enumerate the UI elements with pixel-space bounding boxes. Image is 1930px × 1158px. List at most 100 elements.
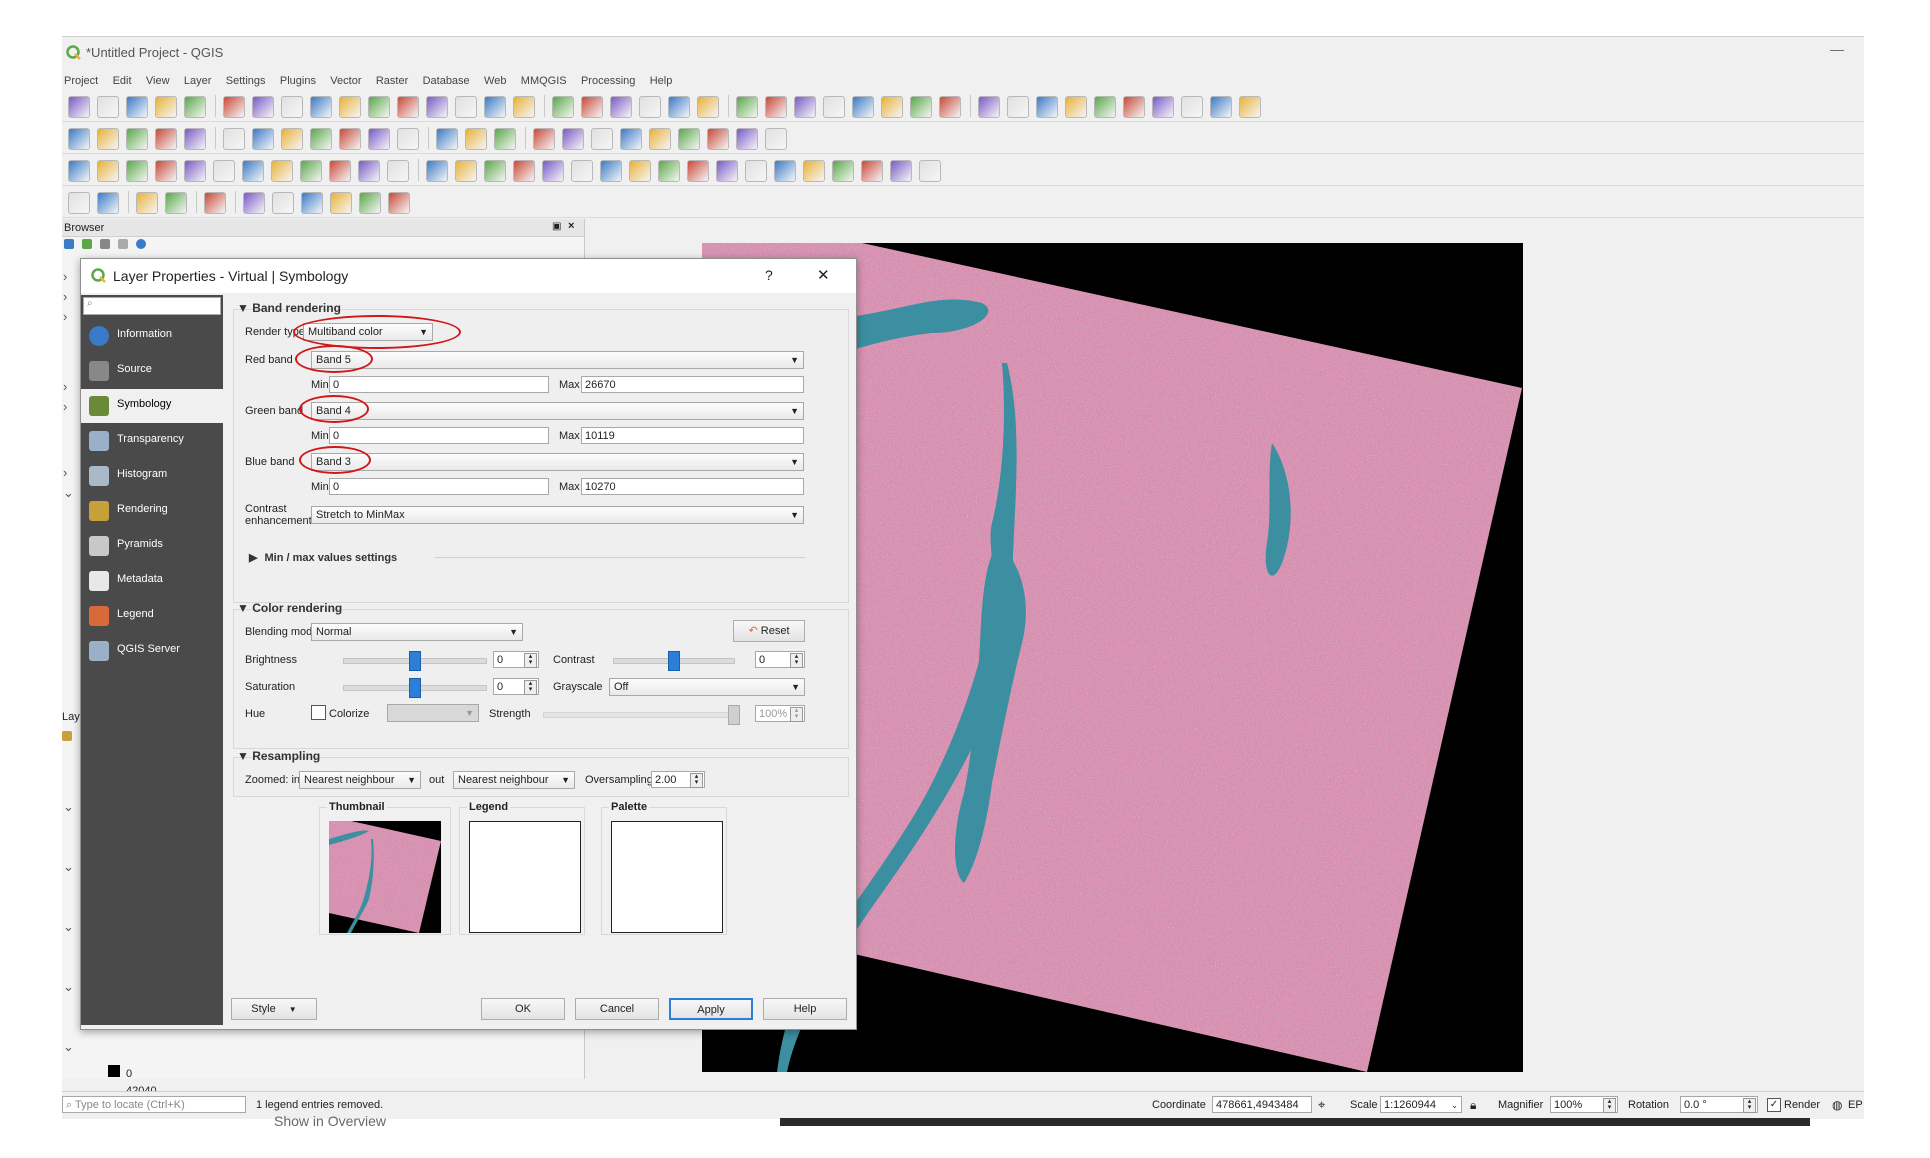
tree-collapse-icon[interactable]: ⌄ xyxy=(63,799,74,815)
ok-button[interactable]: OK xyxy=(481,998,565,1020)
toolbar-tool-icon[interactable] xyxy=(1181,96,1203,118)
blending-mode-combo[interactable]: Normal ▼ xyxy=(311,623,523,641)
toolbar-tool-icon[interactable] xyxy=(310,128,332,150)
tree-collapse-icon[interactable]: ⌄ xyxy=(63,859,74,875)
toolbar-tool-icon[interactable] xyxy=(678,128,700,150)
toolbar-tool-icon[interactable] xyxy=(1152,96,1174,118)
tree-expand-icon[interactable]: › xyxy=(63,269,67,284)
red-max-input[interactable]: 26670 xyxy=(581,376,804,393)
menu-vector[interactable]: Vector xyxy=(330,72,361,90)
lock-icon[interactable]: 🔒︎ xyxy=(1470,1096,1476,1114)
toolbar-tool-icon[interactable] xyxy=(455,160,477,182)
toolbar-tool-icon[interactable] xyxy=(978,96,1000,118)
toolbar-tool-icon[interactable] xyxy=(1239,96,1261,118)
rotation-field[interactable]: 0.0 ° ▴ ▾ xyxy=(1680,1096,1758,1113)
toolbar-tool-icon[interactable] xyxy=(68,128,90,150)
sidebar-item-qgis-server[interactable]: QGIS Server xyxy=(81,634,223,668)
toolbar-tool-icon[interactable] xyxy=(513,160,535,182)
extents-toggle-icon[interactable]: ⌖ xyxy=(1318,1096,1325,1114)
grayscale-combo[interactable]: Off ▼ xyxy=(609,678,805,696)
toolbar-tool-icon[interactable] xyxy=(745,160,767,182)
tree-collapse-icon[interactable]: ⌄ xyxy=(63,979,74,995)
collapse-icon[interactable] xyxy=(118,239,128,249)
toolbar-tool-icon[interactable] xyxy=(184,128,206,150)
brightness-spinbox[interactable]: 0 ▴ ▾ xyxy=(493,651,539,668)
tree-collapse-icon[interactable]: ⌄ xyxy=(63,1039,74,1055)
help-button[interactable]: Help xyxy=(763,998,847,1020)
contrast-enhancement-combo[interactable]: Stretch to MinMax ▼ xyxy=(311,506,804,524)
spin-arrows-icon[interactable]: ▴ ▾ xyxy=(790,653,803,668)
saturation-slider-handle[interactable] xyxy=(409,678,421,698)
toolbar-tool-icon[interactable] xyxy=(242,160,264,182)
toolbar-tool-icon[interactable] xyxy=(97,96,119,118)
toolbar-tool-icon[interactable] xyxy=(155,128,177,150)
saturation-spinbox[interactable]: 0 ▴ ▾ xyxy=(493,678,539,695)
toolbar-tool-icon[interactable] xyxy=(581,96,603,118)
toolbar-tool-icon[interactable] xyxy=(281,128,303,150)
toolbar-tool-icon[interactable] xyxy=(243,192,265,214)
strength-spinbox[interactable]: 100% ▴ ▾ xyxy=(755,705,805,722)
toolbar-tool-icon[interactable] xyxy=(910,96,932,118)
menu-mmqgis[interactable]: MMQGIS xyxy=(521,72,567,90)
menu-edit[interactable]: Edit xyxy=(113,72,132,90)
menu-layer[interactable]: Layer xyxy=(184,72,212,90)
toolbar-tool-icon[interactable] xyxy=(552,96,574,118)
toolbar-tool-icon[interactable] xyxy=(881,96,903,118)
sidebar-item-symbology[interactable]: Symbology xyxy=(81,389,223,423)
toolbar-tool-icon[interactable] xyxy=(1210,96,1232,118)
oversampling-spinbox[interactable]: 2.00 ▴ ▾ xyxy=(651,771,705,788)
toolbar-tool-icon[interactable] xyxy=(852,96,874,118)
apply-button[interactable]: Apply xyxy=(669,998,753,1020)
spin-arrows-icon[interactable]: ▴ ▾ xyxy=(690,773,703,788)
tree-collapse-icon[interactable]: ⌄ xyxy=(63,919,74,935)
magnifier-field[interactable]: 100% ▴ ▾ xyxy=(1550,1096,1618,1113)
filter-icon[interactable] xyxy=(100,239,110,249)
toolbar-tool-icon[interactable] xyxy=(97,192,119,214)
blue-max-input[interactable]: 10270 xyxy=(581,478,804,495)
toolbar-tool-icon[interactable] xyxy=(620,128,642,150)
menu-database[interactable]: Database xyxy=(423,72,470,90)
refresh-icon[interactable] xyxy=(82,239,92,249)
toolbar-tool-icon[interactable] xyxy=(1065,96,1087,118)
toolbar-tool-icon[interactable] xyxy=(707,128,729,150)
toolbar-tool-icon[interactable] xyxy=(765,96,787,118)
toolbar-tool-icon[interactable] xyxy=(204,192,226,214)
toolbar-tool-icon[interactable] xyxy=(533,128,555,150)
menu-view[interactable]: View xyxy=(146,72,170,90)
tree-expand-icon[interactable]: › xyxy=(63,465,67,480)
toolbar-tool-icon[interactable] xyxy=(600,160,622,182)
close-icon[interactable]: ✕ xyxy=(817,266,830,284)
zoomed-out-combo[interactable]: Nearest neighbour ▼ xyxy=(453,771,575,789)
toolbar-tool-icon[interactable] xyxy=(919,160,941,182)
toolbar-tool-icon[interactable] xyxy=(126,160,148,182)
toolbar-tool-icon[interactable] xyxy=(397,96,419,118)
toolbar-tool-icon[interactable] xyxy=(465,128,487,150)
sidebar-item-rendering[interactable]: Rendering xyxy=(81,494,223,528)
toolbar-tool-icon[interactable] xyxy=(494,128,516,150)
spin-arrows-icon[interactable]: ▴ ▾ xyxy=(1743,1098,1756,1113)
toolbar-tool-icon[interactable] xyxy=(832,160,854,182)
toolbar-tool-icon[interactable] xyxy=(397,128,419,150)
info-small-icon[interactable] xyxy=(136,239,146,249)
toolbar-tool-icon[interactable] xyxy=(126,96,148,118)
toolbar-tool-icon[interactable] xyxy=(513,96,535,118)
toolbar-tool-icon[interactable] xyxy=(223,128,245,150)
style-button[interactable]: Style ▼ xyxy=(231,998,317,1020)
color-rendering-title[interactable]: ▼ Color rendering xyxy=(237,601,342,615)
toolbar-tool-icon[interactable] xyxy=(668,96,690,118)
toolbar-tool-icon[interactable] xyxy=(358,160,380,182)
menu-raster[interactable]: Raster xyxy=(376,72,408,90)
toolbar-tool-icon[interactable] xyxy=(387,160,409,182)
toolbar-tool-icon[interactable] xyxy=(368,96,390,118)
toolbar-tool-icon[interactable] xyxy=(68,160,90,182)
blue-band-combo[interactable]: Band 3 ▼ xyxy=(311,453,804,471)
toolbar-tool-icon[interactable] xyxy=(310,96,332,118)
strength-slider-handle[interactable] xyxy=(728,705,740,725)
toolbar-tool-icon[interactable] xyxy=(562,128,584,150)
toolbar-tool-icon[interactable] xyxy=(658,160,680,182)
toolbar-tool-icon[interactable] xyxy=(301,192,323,214)
tree-expand-icon[interactable]: › xyxy=(63,379,67,394)
toolbar-tool-icon[interactable] xyxy=(736,96,758,118)
toolbar-tool-icon[interactable] xyxy=(252,96,274,118)
red-min-input[interactable]: 0 xyxy=(329,376,549,393)
